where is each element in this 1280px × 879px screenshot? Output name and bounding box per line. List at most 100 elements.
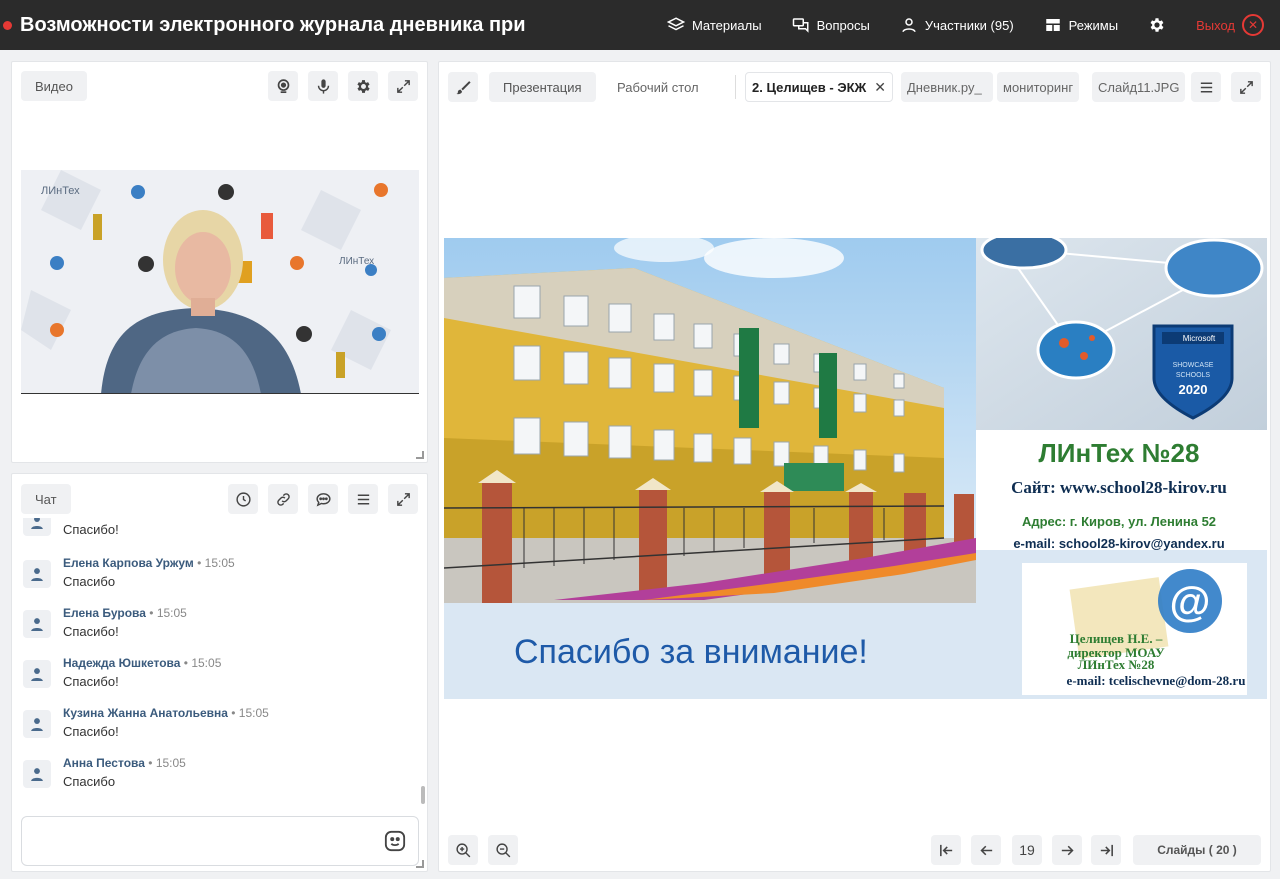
participants-button[interactable]: Участники (95) <box>900 16 1014 34</box>
presentation-panel: Презентация Рабочий стол 2. Целищев - ЭК… <box>438 61 1271 872</box>
slides-count-button[interactable]: Слайды ( 20 ) <box>1133 835 1261 865</box>
chat-scrollbar[interactable] <box>421 786 425 804</box>
avatar <box>23 760 51 788</box>
tab-monitoring[interactable]: мониторинг <box>997 72 1080 102</box>
settings-button[interactable] <box>1148 16 1166 34</box>
webcam-icon <box>277 78 289 93</box>
emoji-icon[interactable] <box>384 830 406 852</box>
chat-menu-button[interactable] <box>348 484 378 514</box>
presentation-expand-button[interactable] <box>1231 72 1261 102</box>
zoom-in-button[interactable] <box>448 835 478 865</box>
microphone-button[interactable] <box>308 71 338 101</box>
close-icon[interactable]: ✕ <box>874 79 886 96</box>
modes-label: Режимы <box>1068 17 1119 33</box>
gear-icon <box>1150 18 1164 32</box>
svg-text:ЛИнТех: ЛИнТех <box>339 256 374 267</box>
zoom-in-icon <box>455 842 470 857</box>
chat-tab[interactable]: Чат <box>21 484 71 514</box>
chat-message: Кузина Жанна Анатольевна • 15:05 Спасибо… <box>21 706 411 752</box>
exit-label: Выход <box>1196 17 1235 33</box>
slide-author-line3: ЛИнТех №28 <box>1078 657 1155 672</box>
user-icon <box>902 18 916 33</box>
tab-dnevnik[interactable]: Дневник.ру_ <box>901 72 993 102</box>
next-slide-button[interactable] <box>1052 835 1082 865</box>
chat-expand-button[interactable] <box>388 484 418 514</box>
first-slide-button[interactable] <box>931 835 961 865</box>
brush-icon <box>455 80 471 94</box>
slide-canvas: Microsoft SHOWCASE SCHOOLS 2020 ЛИнТех №… <box>444 238 1267 699</box>
user-icon <box>31 718 43 731</box>
recording-indicator-icon <box>3 20 12 30</box>
badge-line1: SHOWCASE <box>1173 362 1214 369</box>
materials-button[interactable]: Материалы <box>666 16 762 34</box>
slide-site: Сайт: www.school28-kirov.ru <box>1011 478 1227 497</box>
chat-bubble-button[interactable] <box>308 484 338 514</box>
chat-author-name: Анна Пестова <box>63 756 145 770</box>
arrow-left-icon <box>979 845 992 855</box>
skip-first-icon <box>939 844 952 856</box>
badge-year: 2020 <box>1179 382 1208 397</box>
expand-icon <box>396 79 410 93</box>
expand-icon <box>396 492 410 506</box>
exit-button[interactable]: Выход ✕ <box>1196 14 1264 36</box>
chat-author-name: Елена Бурова <box>63 606 146 620</box>
tab-active-label: 2. Целищев - ЭКЖ <box>752 79 867 95</box>
user-icon <box>31 518 43 529</box>
webinar-title: Возможности электронного журнала дневник… <box>20 13 526 36</box>
badge-brand: Microsoft <box>1183 334 1216 343</box>
chat-input[interactable] <box>21 816 419 866</box>
svg-text:@: @ <box>1170 578 1211 625</box>
slide-author-line1: Целищев Н.Е. – <box>1070 631 1163 646</box>
prev-slide-button[interactable] <box>971 835 1001 865</box>
video-tab[interactable]: Видео <box>21 71 87 101</box>
user-icon <box>31 668 43 681</box>
avatar <box>23 660 51 688</box>
tabs-menu-button[interactable] <box>1191 72 1221 102</box>
speaker-video-image: ЛИнТех ЛИнТех <box>21 170 419 393</box>
chat-message-list[interactable]: Спасибо! Елена Карпова Уржум • 15:05 Спа… <box>21 518 421 806</box>
tab-slide-image[interactable]: Слайд11.JPG <box>1092 72 1186 102</box>
chat-author-name: Надежда Юшкетова <box>63 656 181 670</box>
resize-grip-icon[interactable] <box>416 451 424 459</box>
chat-history-button[interactable] <box>228 484 258 514</box>
chat-author: Надежда Юшкетова • 15:05 <box>63 656 221 670</box>
zoom-out-button[interactable] <box>488 835 518 865</box>
expand-icon <box>1239 80 1253 94</box>
draw-tool-button[interactable] <box>448 72 478 102</box>
speaker-video: ЛИнТех ЛИнТех <box>21 170 419 394</box>
chat-time: • 15:05 <box>183 656 222 670</box>
questions-button[interactable]: Вопросы <box>792 16 870 34</box>
badge-line2: SCHOOLS <box>1176 372 1211 379</box>
tab-presentation[interactable]: Презентация <box>489 72 596 102</box>
chat-author: Кузина Жанна Анатольевна • 15:05 <box>63 706 269 720</box>
tab-divider <box>735 75 736 99</box>
slide-author-email: e-mail: tcelischevne@dom-28.ru <box>1067 673 1246 688</box>
chat-time: • 15:05 <box>231 706 269 720</box>
chat-message-text: Спасибо <box>63 574 116 589</box>
microphone-icon <box>317 78 329 94</box>
tab-desktop[interactable]: Рабочий стол <box>611 72 705 102</box>
video-expand-button[interactable] <box>388 71 418 101</box>
last-slide-button[interactable] <box>1091 835 1121 865</box>
resize-grip-icon[interactable] <box>416 860 424 868</box>
avatar <box>23 560 51 588</box>
slide-thanks: Спасибо за внимание! <box>514 633 868 671</box>
slide-page-number[interactable]: 19 <box>1012 835 1042 865</box>
video-settings-button[interactable] <box>348 71 378 101</box>
chat-author: Елена Карпова Уржум • 15:05 <box>63 556 235 570</box>
svg-text:ЛИнТех: ЛИнТех <box>41 185 80 197</box>
close-circle-icon: ✕ <box>1242 14 1264 36</box>
arrow-right-icon <box>1061 845 1074 855</box>
modes-button[interactable]: Режимы <box>1044 16 1118 34</box>
menu-icon <box>1200 82 1212 92</box>
menu-icon <box>357 494 369 504</box>
camera-button[interactable] <box>268 71 298 101</box>
chat-link-button[interactable] <box>268 484 298 514</box>
slide-email: e-mail: school28-kirov@yandex.ru <box>1013 536 1224 551</box>
materials-label: Материалы <box>691 17 762 33</box>
video-panel: Видео ЛИнТех ЛИнТех <box>11 61 428 463</box>
skip-last-icon <box>1100 844 1113 856</box>
avatar <box>23 610 51 638</box>
tab-active-document[interactable]: 2. Целищев - ЭКЖ ✕ <box>745 72 893 102</box>
slide-title: ЛИнТех №28 <box>1039 438 1200 468</box>
